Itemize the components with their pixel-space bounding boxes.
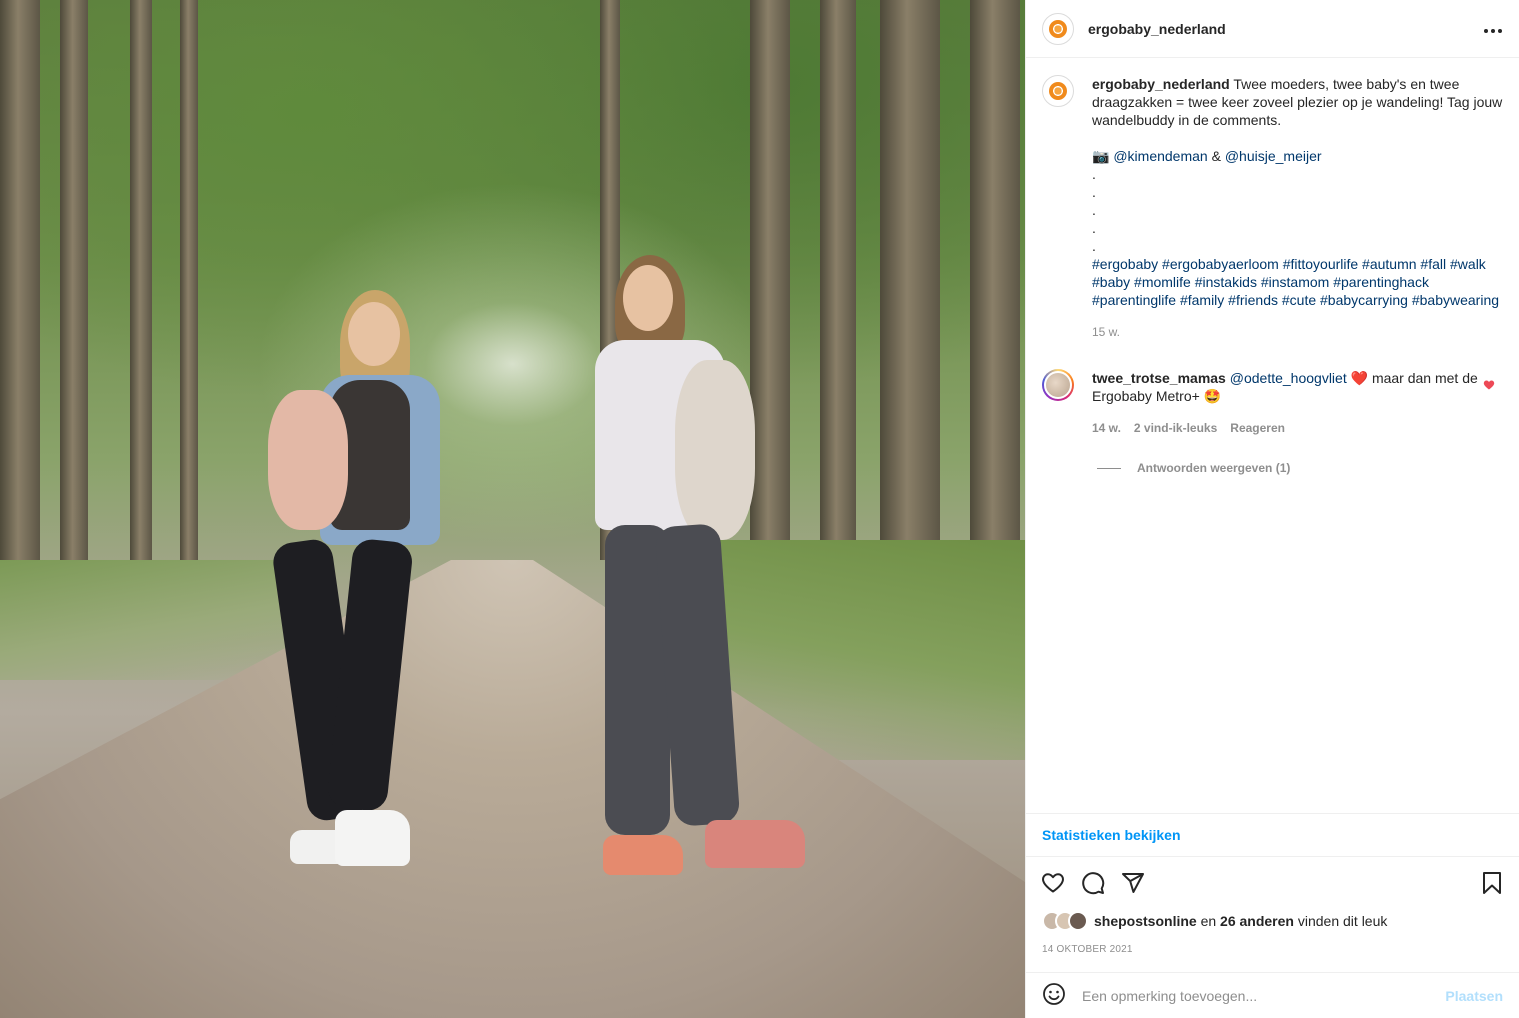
comment-icon[interactable] <box>1080 870 1106 896</box>
photo-tree <box>820 0 856 610</box>
action-bar <box>1026 867 1519 899</box>
bookmark-icon[interactable] <box>1479 870 1505 896</box>
comment-body: twee_trotse_mamas @odette_hoogvliet ❤️ m… <box>1092 369 1482 477</box>
post-header: ergobaby_nederland <box>1026 0 1519 58</box>
view-stats-link[interactable]: Statistieken bekijken <box>1042 827 1181 843</box>
dot: . <box>1092 202 1096 218</box>
ergobaby-logo-icon <box>1049 19 1067 38</box>
view-replies-label: Antwoorden weergeven (1) <box>1137 461 1291 475</box>
stats-bar: Statistieken bekijken <box>1026 813 1519 857</box>
caption-dots: . . . . . <box>1092 165 1503 255</box>
liker-avatars[interactable] <box>1042 911 1088 931</box>
caption-body: ergobaby_nederland Twee moeders, twee ba… <box>1092 75 1503 341</box>
comments-section: ergobaby_nederland Twee moeders, twee ba… <box>1026 59 1519 813</box>
post-date[interactable]: 14 OKTOBER 2021 <box>1042 944 1133 955</box>
comment-like-heart-icon[interactable] <box>1483 379 1495 394</box>
avatar[interactable] <box>1042 369 1074 401</box>
photo-tree <box>130 0 152 590</box>
view-replies-button[interactable]: Antwoorden weergeven (1) <box>1097 459 1482 477</box>
ampersand: & <box>1211 148 1221 164</box>
add-comment-bar: Plaatsen <box>1026 972 1519 1018</box>
camera-icon: 📷 <box>1092 148 1110 164</box>
mention-link[interactable]: @odette_hoogvliet <box>1230 370 1347 386</box>
caption: ergobaby_nederland Twee moeders, twee ba… <box>1042 75 1503 341</box>
avatar[interactable] <box>1042 75 1074 107</box>
post-photo[interactable] <box>0 0 1025 1018</box>
comment-meta: 14 w. 2 vind-ik-leuks Reageren <box>1092 419 1482 437</box>
share-icon[interactable] <box>1120 870 1146 896</box>
liker-username[interactable]: shepostsonline <box>1094 913 1197 929</box>
emoji-icon[interactable] <box>1042 982 1066 1009</box>
dot: . <box>1092 238 1096 254</box>
star-eyes-emoji: 🤩 <box>1203 388 1222 404</box>
comment-input[interactable] <box>1082 987 1446 1004</box>
photo-tree <box>0 0 40 620</box>
photo-tree <box>880 0 940 620</box>
ergobaby-logo-icon <box>1049 82 1067 100</box>
caption-time[interactable]: 15 w. <box>1092 323 1503 341</box>
header-username[interactable]: ergobaby_nederland <box>1088 21 1226 37</box>
post-sidebar: ergobaby_nederland ergobaby_nederland Tw… <box>1025 0 1519 1018</box>
reply-button[interactable]: Reageren <box>1230 419 1285 437</box>
post-comment-button[interactable]: Plaatsen <box>1445 988 1503 1004</box>
comment-item: twee_trotse_mamas @odette_hoogvliet ❤️ m… <box>1042 369 1503 477</box>
mention-link[interactable]: @huisje_meijer <box>1225 148 1322 164</box>
heart-icon[interactable] <box>1040 870 1066 896</box>
comment-username[interactable]: twee_trotse_mamas <box>1092 370 1226 386</box>
likes-others-link[interactable]: 26 anderen <box>1220 913 1294 929</box>
more-horizontal-icon[interactable] <box>1483 18 1503 39</box>
photo-person-right <box>595 255 810 880</box>
dot: . <box>1092 184 1096 200</box>
hashtags[interactable]: #ergobaby #ergobabyaerloom #fittoyourlif… <box>1092 255 1503 309</box>
photo-grass-left <box>0 560 300 680</box>
photo-canopy <box>0 0 1025 560</box>
mention-link[interactable]: @kimendeman <box>1113 148 1207 164</box>
avatar[interactable] <box>1042 12 1074 45</box>
photo-person-left <box>260 290 450 880</box>
photo-tree <box>180 0 198 580</box>
caption-username[interactable]: ergobaby_nederland <box>1092 76 1230 92</box>
instagram-post-view: ergobaby_nederland ergobaby_nederland Tw… <box>0 0 1519 1018</box>
comment-time[interactable]: 14 w. <box>1092 419 1121 437</box>
dot: . <box>1092 166 1096 182</box>
likes-connector: en <box>1200 913 1217 929</box>
likes-summary: shepostsonline en 26 anderen vinden dit … <box>1042 911 1387 931</box>
divider <box>1097 467 1121 469</box>
likes-suffix: vinden dit leuk <box>1297 913 1388 929</box>
comment-likes[interactable]: 2 vind-ik-leuks <box>1134 419 1217 437</box>
photo-tree <box>60 0 88 600</box>
heart-emoji: ❤️ <box>1350 370 1369 386</box>
dot: . <box>1092 220 1096 236</box>
